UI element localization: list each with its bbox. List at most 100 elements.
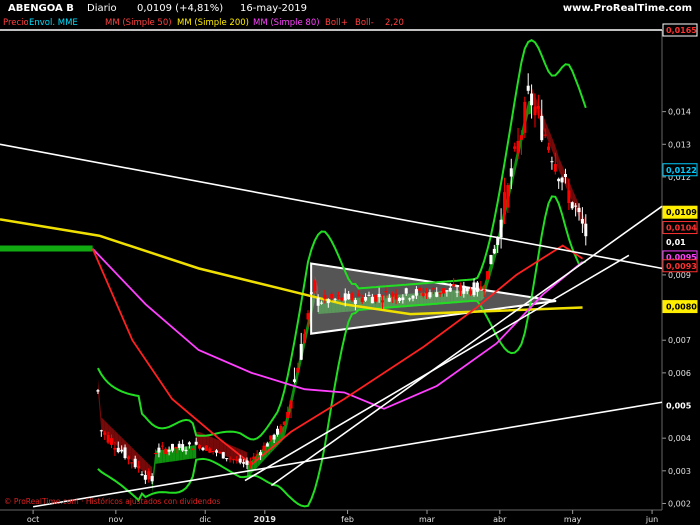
chart-header: ABENGOA B Diario 0,0109 (+4,81%) 16-may-… (0, 0, 700, 17)
candle-body (269, 435, 273, 440)
candle-body (455, 291, 459, 293)
candle-body (475, 282, 479, 292)
price-tag-label: 0,0104 (666, 224, 697, 233)
candle-body (262, 445, 266, 451)
candle-body (438, 292, 442, 295)
candle-body (340, 297, 344, 301)
symbol-label: ABENGOA B (8, 3, 74, 14)
candle-body (103, 432, 107, 435)
candle-body (533, 106, 537, 116)
candle-body (167, 449, 171, 452)
candle-body (343, 293, 347, 301)
envelope-fill-down (233, 446, 237, 461)
candle-body (462, 285, 466, 294)
legend-item: Boll+ (324, 17, 349, 29)
candle-body (411, 295, 415, 299)
candle-body (502, 192, 506, 214)
candle-body (479, 286, 483, 290)
candle-body (245, 460, 249, 465)
candle-body (364, 296, 368, 301)
candle-body (336, 295, 340, 297)
candle-body (113, 447, 117, 450)
candle-body (557, 178, 561, 182)
candle-body (499, 219, 503, 238)
envelope-fill-up (250, 458, 254, 475)
candle-body (374, 294, 378, 302)
price-tag-label: 0,0122 (666, 166, 697, 175)
candle-body (130, 462, 134, 464)
candle-body (316, 298, 320, 306)
candle-body (506, 185, 510, 208)
candle-body (391, 293, 395, 297)
trend-line (0, 143, 663, 270)
candle-body (137, 465, 141, 469)
candle-body (211, 451, 215, 453)
candle-body (96, 390, 100, 392)
candle-body (164, 448, 168, 454)
candle-body (357, 293, 361, 297)
x-tick-label: dic (199, 515, 211, 524)
candle-body (472, 282, 476, 296)
candle-body (120, 449, 124, 452)
candle-body (143, 474, 147, 480)
y-tick-label: 0,014 (668, 108, 691, 117)
candle-body (215, 450, 219, 453)
candle-body (425, 290, 429, 294)
envelope-fill-up (189, 445, 193, 460)
candle-body (401, 297, 405, 301)
trend-line (270, 205, 663, 487)
candle-body (496, 237, 500, 245)
indicator-legend: Precio Envol. MME MM (Simple 50) MM (Simple… (0, 17, 405, 29)
candle-body (523, 101, 527, 133)
candle-body (482, 289, 486, 292)
candle-body (106, 434, 110, 443)
candle-body (123, 447, 127, 459)
chart-window: 0,0020,0030,0040,0050,0060,0070,0080,009… (0, 0, 700, 525)
candle-body (452, 284, 456, 287)
candle-body (157, 447, 161, 453)
candle-body (160, 445, 164, 447)
candle-body (289, 400, 293, 409)
candle-body (231, 459, 235, 461)
candle-body (194, 441, 198, 445)
candle-body (309, 292, 313, 294)
credit-text: © ProRealTime.com · Históricos ajustados… (4, 497, 221, 506)
x-tick-label: jun (645, 515, 658, 524)
price-tag-label: 0,0080 (666, 303, 697, 312)
candle-body (448, 287, 452, 292)
candle-body (418, 287, 422, 291)
legend-item: MM (Simple 200) (176, 17, 250, 29)
envelope-fill-up (287, 396, 292, 425)
price-tag-label: 0,0165 (666, 26, 697, 35)
price-chart[interactable]: 0,0020,0030,0040,0050,0060,0070,0080,009… (0, 0, 700, 525)
candle-body (170, 443, 174, 451)
candle-body (221, 452, 225, 459)
candle-body (330, 293, 334, 299)
candle-body (381, 300, 385, 303)
candle-body (387, 297, 391, 302)
legend-item: Precio (2, 17, 30, 29)
candle-body (208, 448, 212, 453)
candle-body (272, 434, 276, 440)
candle-body (350, 293, 354, 301)
envelope-fill-down (114, 430, 119, 448)
candle-body (519, 135, 523, 140)
candle-body (228, 458, 232, 460)
envelope-fill-up (304, 319, 308, 348)
price-tag-label: 0,0109 (666, 208, 697, 217)
candle-body (347, 293, 351, 300)
candle-body (377, 293, 381, 298)
candle-body (150, 476, 154, 482)
envelope-fill-up (186, 445, 190, 460)
candle-body (116, 447, 120, 453)
x-tick-label: feb (341, 515, 354, 524)
site-url: www.ProRealTime.com (562, 3, 692, 14)
legend-item: Boll- (354, 17, 375, 29)
x-tick-label: 2019 (254, 515, 277, 524)
x-tick-label: nov (108, 515, 123, 524)
candle-body (255, 454, 259, 456)
candle-body (543, 134, 547, 136)
candle-body (536, 105, 540, 109)
candle-body (469, 290, 473, 295)
candle-body (516, 140, 520, 154)
